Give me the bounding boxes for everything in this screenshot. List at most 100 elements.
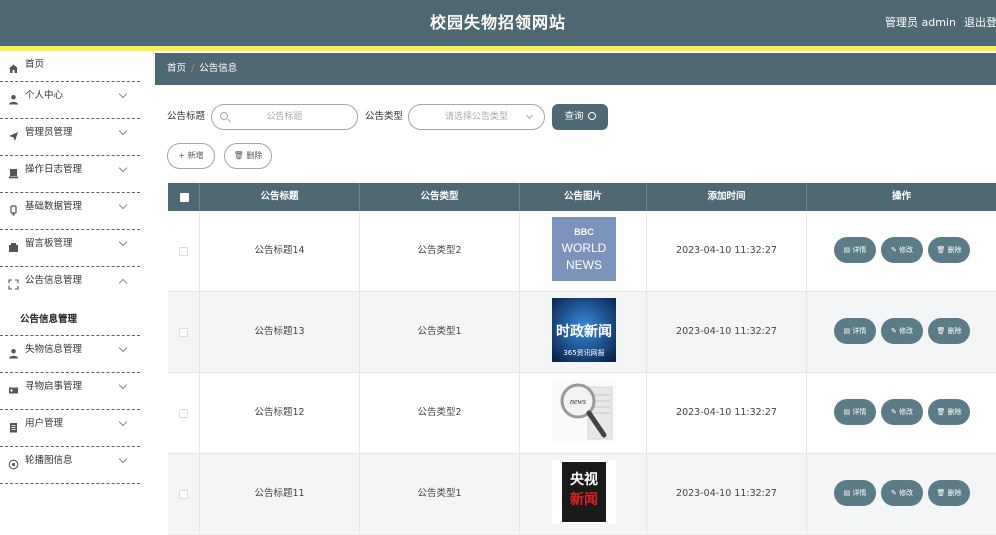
thumb-politics-text: 时政新闻 [556,323,612,340]
notice-thumbnail-magnifier[interactable]: news [552,379,616,443]
chevron-down-icon [118,237,128,247]
sidebar-item-admins[interactable]: 管理员管理 [0,119,140,156]
site-title: 校园失物招领网站 [429,13,566,32]
logout-link[interactable]: 退出登 [964,0,996,46]
cell-time: 2023-04-10 11:32:27 [647,454,807,534]
breadcrumb-current: 公告信息 [199,63,238,74]
cell-image: BBC WORLD NEWS [520,211,647,291]
chevron-down-icon [118,417,128,427]
search-icon [587,112,596,120]
cell-type: 公告类型2 [360,211,520,291]
detail-button[interactable]: ▤ 详情 [834,480,876,506]
cell-title: 公告标题11 [200,454,360,534]
cell-title: 公告标题13 [200,292,360,372]
row-checkbox[interactable] [179,247,188,256]
chevron-down-icon [118,380,128,390]
notice-table: 公告标题 公告类型 公告图片 添加时间 操作 公告标题14 公告类型2 BBC … [168,183,996,535]
sidebar-item-users[interactable]: 用户管理 [0,410,140,447]
top-header: 校园失物招领网站 管理员 admin 退出登 [0,0,996,46]
edit-button[interactable]: ✎ 修改 [881,480,923,506]
cell-actions: ▤ 详情 ✎ 修改 🗑 删除 [807,373,996,453]
row-checkbox[interactable] [179,490,188,499]
sidebar-item-label: 首页 [25,59,45,70]
user-icon [8,94,19,105]
cell-type: 公告类型2 [360,373,520,453]
select-all-checkbox[interactable] [180,193,189,202]
breadcrumb-separator: / [191,63,195,74]
row-select-cell [168,373,200,453]
sidebar-item-label: 轮播图信息 [25,455,73,466]
detail-button[interactable]: ▤ 详情 [834,399,876,425]
title-search-placeholder: 公告标题 [266,112,303,122]
sidebar-item-label: 管理员管理 [25,127,73,138]
thumb-politics-subtext: 365资讯网报 [563,348,604,357]
notice-thumbnail-politics[interactable]: 时政新闻 365资讯网报 [552,298,616,362]
chevron-down-icon [118,200,128,210]
cell-title: 公告标题14 [200,211,360,291]
sidebar-item-label: 基础数据管理 [25,201,83,212]
sidebar-item-carousel[interactable]: 轮播图信息 [0,447,140,484]
chevron-down-icon [118,454,128,464]
cell-image: 时政新闻 365资讯网报 [520,292,647,372]
sidebar-item-messages[interactable]: 留言板管理 [0,230,140,267]
row-delete-button[interactable]: 🗑 删除 [928,318,970,344]
sidebar-item-found-notices[interactable]: 寻物启事管理 [0,373,140,410]
type-filter-label: 公告类型 [365,111,404,122]
table-row: 公告标题14 公告类型2 BBC WORLD NEWS 2023-04-10 1… [168,211,996,292]
row-checkbox[interactable] [179,409,188,418]
header-actions: 操作 [891,191,911,202]
message-icon [8,242,19,253]
table-row: 公告标题13 公告类型1 时政新闻 365资讯网报 2023-04-10 11:… [168,292,996,373]
thumb-cctv-text: 央视 [570,471,598,488]
search-bar: 公告标题 公告标题 公告类型 请选择公告类型 查询 [167,104,987,130]
row-delete-button[interactable]: 🗑 删除 [928,480,970,506]
cell-type: 公告类型1 [360,292,520,372]
admin-user-label[interactable]: 管理员 admin [885,0,956,46]
notice-thumbnail-cctv[interactable]: 央视 新闻 [552,460,616,524]
main-content: 首页 / 公告信息 公告标题 公告标题 公告类型 请选择公告类型 查询 + 新增 🗑… [140,51,996,535]
thumb-world-text: WORLD [562,241,607,255]
query-button-label: 查询 [564,111,584,122]
header-type: 公告类型 [360,183,520,211]
cell-actions: ▤ 详情 ✎ 修改 🗑 删除 [807,292,996,372]
table-row: 公告标题12 公告类型2 news 2023-04-10 11:32:27 ▤ … [168,373,996,454]
row-delete-button[interactable]: 🗑 删除 [928,399,970,425]
title-search-input[interactable]: 公告标题 [211,104,358,130]
query-button[interactable]: 查询 [552,104,608,130]
row-checkbox[interactable] [179,328,188,337]
table-header: 公告标题 公告类型 公告图片 添加时间 操作 [168,183,996,211]
doc-icon [8,422,19,433]
header-title: 公告标题 [200,183,360,211]
cell-time: 2023-04-10 11:32:27 [647,211,807,291]
header-time: 添加时间 [647,183,807,211]
sidebar-item-notices[interactable]: 公告信息管理 [0,267,140,304]
sidebar-subitem-notice-manage[interactable]: 公告信息管理 [0,304,140,336]
delete-button[interactable]: 🗑 删除 [224,143,272,169]
row-delete-button[interactable]: 🗑 删除 [928,237,970,263]
notice-thumbnail-bbc[interactable]: BBC WORLD NEWS [552,217,616,281]
thumb-news-text: NEWS [566,258,602,272]
send-icon [8,131,19,142]
edit-button[interactable]: ✎ 修改 [881,237,923,263]
sidebar-item-logs[interactable]: 操作日志管理 [0,156,140,193]
sidebar-item-label: 操作日志管理 [25,164,83,175]
add-button[interactable]: + 新增 [167,143,215,169]
type-select[interactable]: 请选择公告类型 [408,104,545,130]
ticket-icon [8,385,19,396]
sidebar-item-lost-items[interactable]: 失物信息管理 [0,336,140,373]
edit-button[interactable]: ✎ 修改 [881,399,923,425]
header-image: 公告图片 [520,183,647,211]
detail-button[interactable]: ▤ 详情 [834,318,876,344]
sidebar-item-base-data[interactable]: 基础数据管理 [0,193,140,230]
breadcrumb: 首页 / 公告信息 [155,53,996,85]
edit-button[interactable]: ✎ 修改 [881,318,923,344]
user-icon [8,348,19,359]
sidebar-item-profile[interactable]: 个人中心 [0,82,140,119]
thumb-bbc-text: BBC [574,227,594,237]
cell-actions: ▤ 详情 ✎ 修改 🗑 删除 [807,211,996,291]
cell-actions: ▤ 详情 ✎ 修改 🗑 删除 [807,454,996,534]
row-select-cell [168,211,200,291]
breadcrumb-home[interactable]: 首页 [167,63,186,74]
sidebar-item-home[interactable]: 首页 [0,51,140,82]
detail-button[interactable]: ▤ 详情 [834,237,876,263]
